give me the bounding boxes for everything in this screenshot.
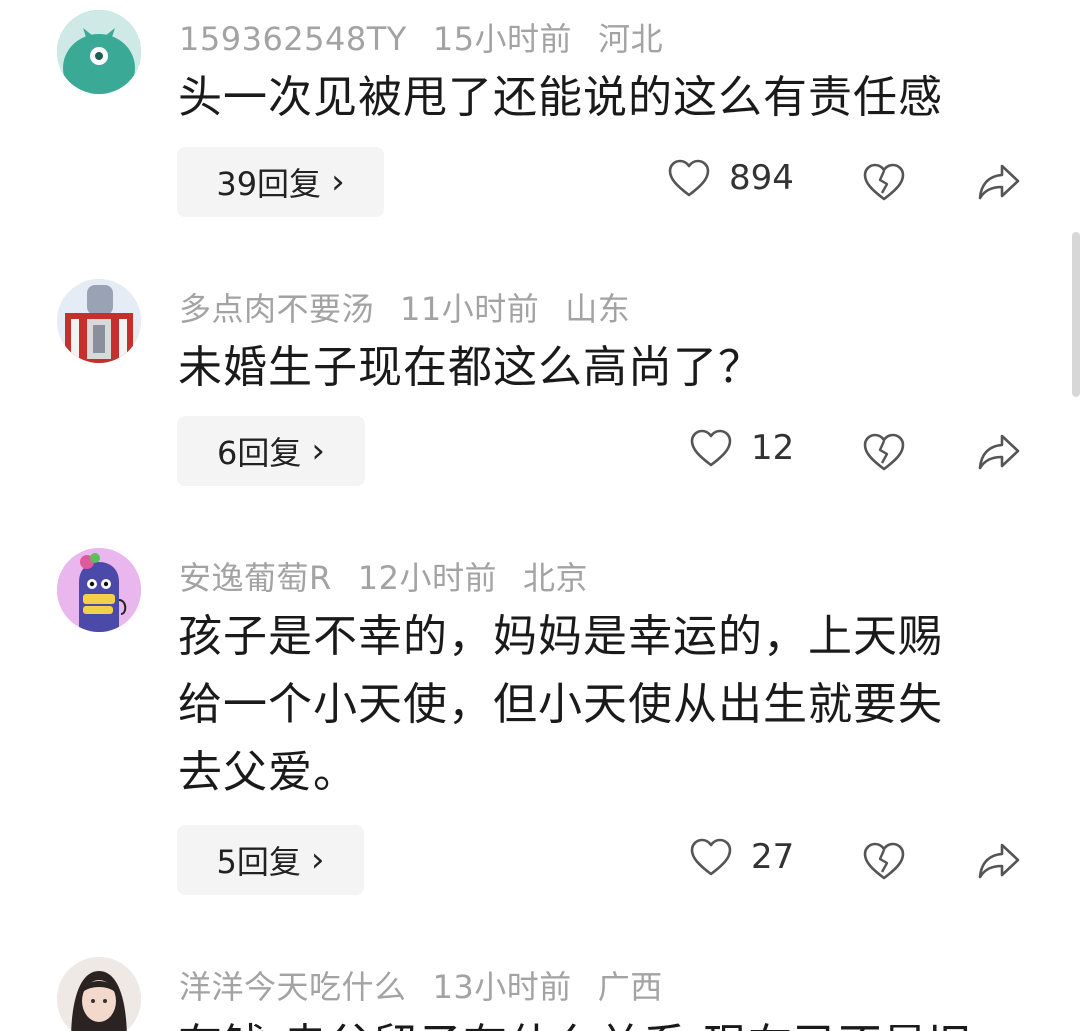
share-button[interactable] xyxy=(976,839,1022,887)
purple-cartoon-avatar-icon xyxy=(57,548,141,632)
location: 广西 xyxy=(597,968,663,1006)
share-button[interactable] xyxy=(976,160,1022,208)
comment-text: 头一次见被甩了还能说的这么有责任感 xyxy=(178,64,1008,132)
username[interactable]: 多点肉不要汤 xyxy=(179,290,374,328)
heart-icon xyxy=(690,429,732,467)
timestamp: 11小时前 xyxy=(400,290,540,328)
teal-monster-avatar-icon xyxy=(57,10,141,94)
like-count: 27 xyxy=(751,837,795,877)
dislike-button[interactable] xyxy=(862,841,906,885)
share-arrow-icon xyxy=(978,164,1020,200)
timestamp: 15小时前 xyxy=(432,20,573,58)
broken-heart-icon xyxy=(863,842,905,880)
avatar[interactable] xyxy=(57,957,141,1031)
replies-button[interactable]: 39回复 › xyxy=(177,147,384,217)
username[interactable]: 159362548TY xyxy=(179,20,407,58)
scrollbar[interactable] xyxy=(1072,232,1080,397)
chevron-right-icon: › xyxy=(311,431,325,471)
dislike-button[interactable] xyxy=(862,162,906,206)
comment-text-line: 头一次见被甩了还能说的这么有责任感 xyxy=(178,72,943,123)
heart-icon xyxy=(690,838,732,876)
heart-icon xyxy=(668,159,710,197)
replies-count-label: 39回复 xyxy=(216,165,322,203)
comment-text-line: 去父爱。 xyxy=(178,747,358,798)
replies-count-label: 5回复 xyxy=(216,843,301,881)
replies-button[interactable]: 6回复 › xyxy=(177,416,365,486)
comment-meta: 洋洋今天吃什么 13小时前 广西 xyxy=(179,962,689,1008)
like-button[interactable]: 894 xyxy=(667,158,794,198)
avatar[interactable] xyxy=(57,279,141,363)
like-button[interactable]: 12 xyxy=(689,428,794,468)
comment-text: 孩子是不幸的，妈妈是幸运的，上天赐 给一个小天使，但小天使从出生就要失 去父爱。 xyxy=(178,603,1008,807)
comment-meta: 159362548TY 15小时前 河北 xyxy=(179,14,689,60)
location: 北京 xyxy=(522,559,588,597)
username[interactable]: 安逸葡萄R xyxy=(179,559,332,597)
share-arrow-icon xyxy=(978,843,1020,879)
dislike-button[interactable] xyxy=(862,432,906,476)
comment-text-line: 未婚生子现在都这么高尚了？ xyxy=(178,342,763,393)
username[interactable]: 洋洋今天吃什么 xyxy=(179,968,407,1006)
location: 山东 xyxy=(565,290,631,328)
location: 河北 xyxy=(598,20,664,58)
girl-photo-avatar-icon xyxy=(57,957,141,1031)
broken-heart-icon xyxy=(863,163,905,201)
comment-list: 159362548TY 15小时前 河北 头一次见被甩了还能说的这么有责任感 39回… xyxy=(0,0,1080,1031)
share-arrow-icon xyxy=(978,434,1020,470)
comment-meta: 多点肉不要汤 11小时前 山东 xyxy=(179,284,656,330)
timestamp: 12小时前 xyxy=(357,559,497,597)
comment-text-line: 孩子是不幸的，妈妈是幸运的，上天赐 xyxy=(178,611,943,662)
like-count: 894 xyxy=(729,158,794,198)
chevron-right-icon: › xyxy=(310,840,325,880)
replies-button[interactable]: 5回复 › xyxy=(177,825,364,895)
like-count: 12 xyxy=(751,428,795,468)
timestamp: 13小时前 xyxy=(432,968,572,1006)
like-button[interactable]: 27 xyxy=(689,837,794,877)
comment-meta: 安逸葡萄R 12小时前 北京 xyxy=(179,553,614,599)
comment-text-line: 有钱 走父留子有什么关系 现在已不是旧 xyxy=(178,1012,1008,1031)
comment-text: 未婚生子现在都这么高尚了？ xyxy=(178,334,1008,402)
comment-text-line: 给一个小天使，但小天使从出生就要失 xyxy=(178,679,943,730)
photo-avatar-icon xyxy=(57,279,141,363)
chevron-right-icon: › xyxy=(331,162,345,202)
comment-text: 有钱 走父留子有什么关系 现在已不是旧 xyxy=(178,1012,1008,1031)
replies-count-label: 6回复 xyxy=(217,434,302,472)
share-button[interactable] xyxy=(976,430,1022,478)
avatar[interactable] xyxy=(57,548,141,632)
broken-heart-icon xyxy=(863,433,905,471)
avatar[interactable] xyxy=(57,10,141,94)
